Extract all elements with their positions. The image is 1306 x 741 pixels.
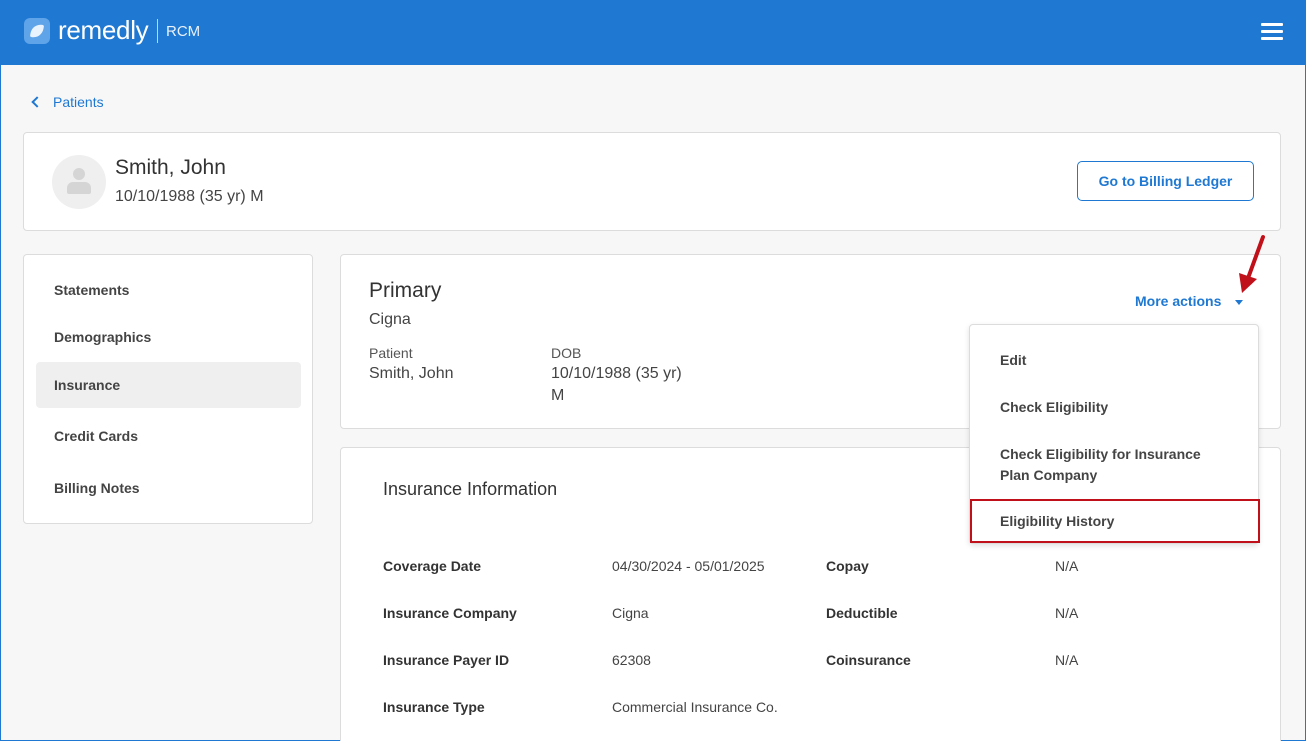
brand-divider bbox=[157, 19, 158, 43]
sex-value: M bbox=[551, 387, 565, 404]
coverage-date-value: 04/30/2024 - 05/01/2025 bbox=[612, 558, 765, 574]
breadcrumb-label: Patients bbox=[53, 94, 104, 110]
insurance-company-value: Cigna bbox=[612, 605, 649, 621]
hamburger-menu-icon[interactable] bbox=[1261, 23, 1283, 41]
top-nav-bar: remedly RCM bbox=[1, 1, 1305, 65]
breadcrumb-patients-link[interactable]: Patients bbox=[31, 94, 104, 110]
insurance-type-value: Commercial Insurance Co. bbox=[612, 699, 778, 715]
copay-value: N/A bbox=[1055, 558, 1079, 574]
brand-name: remedly bbox=[58, 15, 149, 45]
dob-label: DOB bbox=[551, 345, 582, 361]
sidebar-item-credit-cards[interactable]: Credit Cards bbox=[36, 413, 301, 459]
patient-sidebar: Statements Demographics Insurance Credit… bbox=[23, 254, 313, 524]
avatar bbox=[52, 155, 106, 209]
more-actions-menu: Edit Check Eligibility Check Eligibility… bbox=[969, 324, 1259, 544]
sidebar-item-statements[interactable]: Statements bbox=[36, 267, 301, 313]
patient-dob: 10/10/1988 (35 yr) M bbox=[115, 188, 264, 205]
coverage-date-label: Coverage Date bbox=[383, 558, 482, 574]
more-actions-label: More actions bbox=[1135, 293, 1222, 309]
menu-item-eligibility-history[interactable]: Eligibility History bbox=[970, 511, 1258, 532]
menu-item-edit[interactable]: Edit bbox=[970, 350, 1258, 371]
sidebar-item-demographics[interactable]: Demographics bbox=[36, 314, 301, 360]
chevron-left-icon bbox=[31, 96, 43, 108]
caret-down-icon bbox=[1235, 300, 1244, 305]
annotation-arrow-icon bbox=[1239, 235, 1265, 293]
coinsurance-value: N/A bbox=[1055, 652, 1079, 668]
copay-label: Copay bbox=[826, 558, 869, 574]
brand-product: RCM bbox=[166, 23, 201, 40]
coinsurance-label: Coinsurance bbox=[826, 652, 911, 668]
deductible-value: N/A bbox=[1055, 605, 1079, 621]
dob-value: 10/10/1988 (35 yr) bbox=[551, 365, 682, 382]
patient-label: Patient bbox=[369, 345, 413, 361]
insurance-tier-title: Primary bbox=[369, 279, 442, 302]
patient-value: Smith, John bbox=[369, 365, 454, 382]
insurance-company-name: Cigna bbox=[369, 311, 411, 328]
patient-name: Smith, John bbox=[115, 156, 226, 179]
deductible-label: Deductible bbox=[826, 605, 898, 621]
payer-id-label: Insurance Payer ID bbox=[383, 652, 510, 668]
menu-item-check-eligibility-plan-company[interactable]: Check Eligibility for Insurance Plan Com… bbox=[970, 444, 1230, 486]
section-title: Insurance Information bbox=[383, 479, 558, 499]
more-actions-button[interactable]: More actions bbox=[1135, 293, 1244, 309]
leaf-logo-icon bbox=[24, 18, 50, 44]
sidebar-item-insurance[interactable]: Insurance bbox=[36, 362, 301, 408]
sidebar-item-billing-notes[interactable]: Billing Notes bbox=[36, 465, 301, 511]
payer-id-value: 62308 bbox=[612, 652, 651, 668]
insurance-company-label: Insurance Company bbox=[383, 605, 517, 621]
billing-ledger-button[interactable]: Go to Billing Ledger bbox=[1077, 161, 1254, 201]
insurance-type-label: Insurance Type bbox=[383, 699, 485, 715]
patient-header-card: Smith, John 10/10/1988 (35 yr) M Go to B… bbox=[23, 132, 1281, 231]
menu-item-check-eligibility[interactable]: Check Eligibility bbox=[970, 397, 1258, 418]
